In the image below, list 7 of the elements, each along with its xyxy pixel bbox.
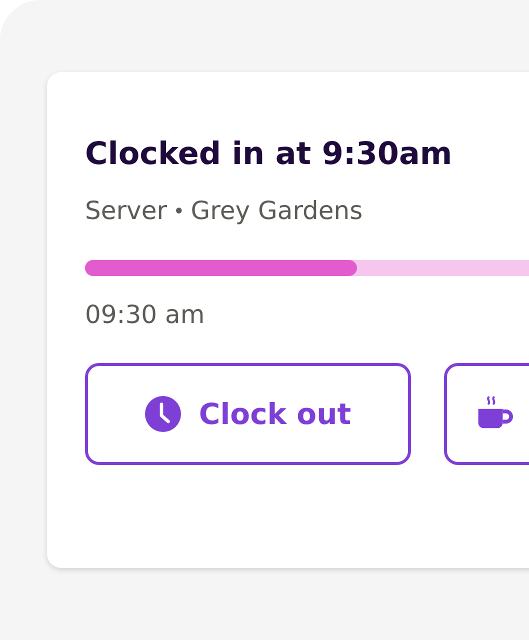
clock-icon <box>144 396 181 432</box>
role-text: Server <box>85 196 167 226</box>
clock-in-title: Clocked in at 9:30am <box>85 135 454 174</box>
separator-dot: • <box>172 198 185 225</box>
start-time: 09:30 am <box>85 300 206 329</box>
location-text: Grey Gardens <box>190 196 363 226</box>
clock-out-button[interactable]: Clock out <box>85 363 411 465</box>
